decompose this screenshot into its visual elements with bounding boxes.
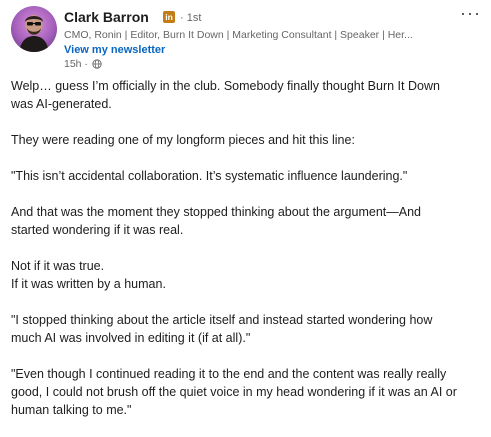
post-header: Clark Barron in · 1st CMO, Ronin | Edito…: [11, 4, 481, 70]
post-text-line: "Even though I continued reading it to t…: [11, 367, 447, 381]
post-text-line: much AI was involved in editing it (if a…: [11, 331, 251, 345]
post-timestamp: 15h ·: [64, 58, 102, 70]
post-paragraph: "This isn’t accidental collaboration. It…: [11, 167, 486, 185]
post-text-line: good, I could not brush off the quiet vo…: [11, 385, 457, 399]
post-paragraph: Welp… guess I’m officially in the club. …: [11, 77, 486, 113]
post-paragraph: "I stopped thinking about the article it…: [11, 311, 486, 347]
post-paragraph: They were reading one of my longform pie…: [11, 131, 486, 149]
post-text-line: started wondering if it was real.: [11, 223, 184, 237]
post-text-line: "This isn’t accidental collaboration. It…: [11, 169, 408, 183]
post-paragraph: "Even though I continued reading it to t…: [11, 365, 486, 419]
feed-post: Clark Barron in · 1st CMO, Ronin | Edito…: [0, 0, 491, 427]
post-text-line: "I stopped thinking about the article it…: [11, 313, 433, 327]
author-avatar[interactable]: [11, 6, 57, 52]
connection-degree: · 1st: [180, 12, 202, 24]
linkedin-badge-icon: in: [163, 11, 175, 23]
post-text-line: They were reading one of my longform pie…: [11, 133, 355, 147]
post-text-line: Not if it was true.: [11, 259, 105, 273]
post-text-line: If it was written by a human.: [11, 277, 166, 291]
more-options-icon[interactable]: ···: [460, 4, 481, 22]
timestamp-text: 15h ·: [64, 58, 88, 70]
post-text-line: was AI-generated.: [11, 97, 112, 111]
view-newsletter-link[interactable]: View my newsletter: [64, 44, 165, 56]
post-text-line: Welp… guess I’m officially in the club. …: [11, 79, 440, 93]
author-name[interactable]: Clark Barron: [64, 9, 149, 25]
post-text-line: And that was the moment they stopped thi…: [11, 205, 421, 219]
post-paragraph: And that was the moment they stopped thi…: [11, 203, 486, 239]
post-text-line: human talking to me.": [11, 403, 132, 417]
post-body: Welp… guess I’m officially in the club. …: [11, 77, 486, 437]
author-headline: CMO, Ronin | Editor, Burn It Down | Mark…: [64, 29, 413, 41]
globe-icon: [92, 59, 102, 69]
post-paragraph: Not if it was true. If it was written by …: [11, 257, 486, 293]
